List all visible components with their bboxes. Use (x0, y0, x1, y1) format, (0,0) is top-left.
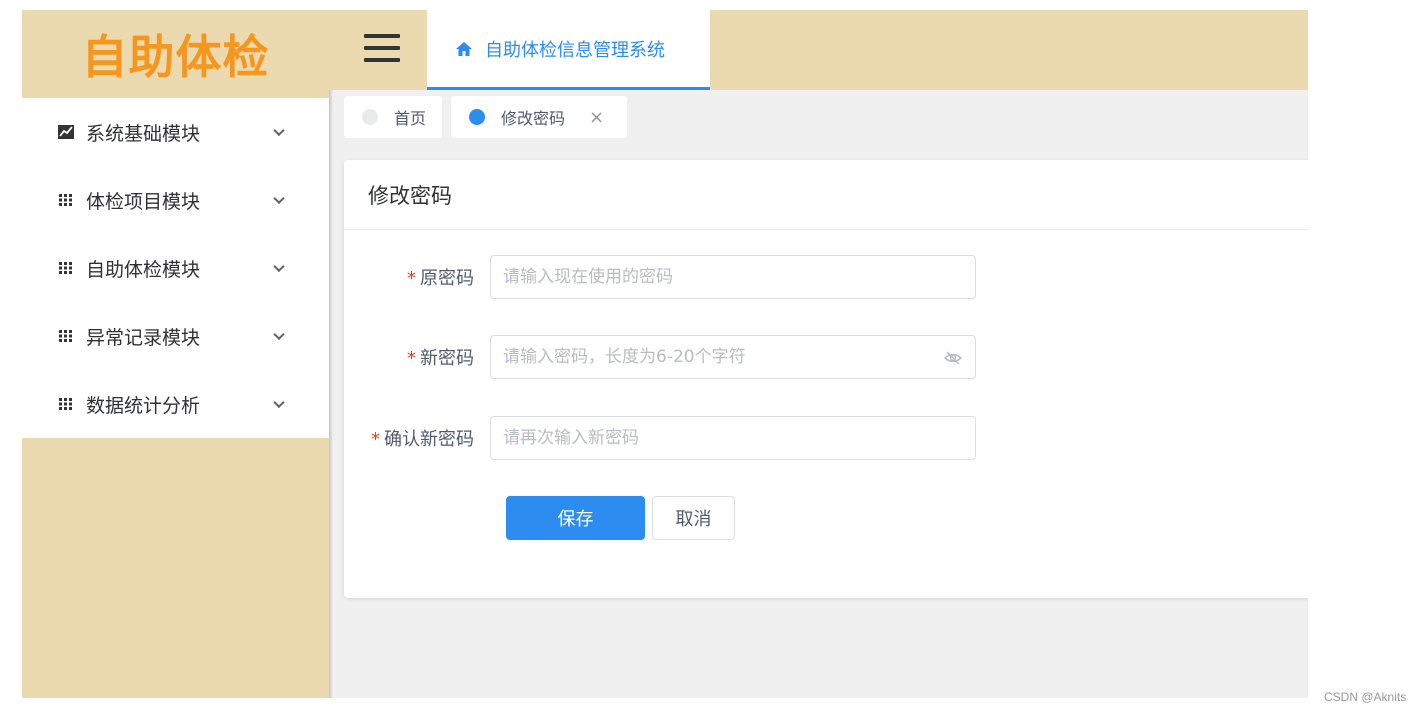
confirm-password-input[interactable] (503, 417, 975, 459)
sidebar-item-label: 自助体检模块 (86, 258, 201, 281)
new-password-input-wrapper (490, 335, 976, 379)
sidebar-item-abnormal-record[interactable]: 异常记录模块 (22, 302, 329, 370)
chevron-down-icon (273, 192, 285, 205)
chevron-down-icon (273, 396, 285, 409)
app-window: 自助体检 系统基础模块 体检项目模块 自助体检模块 异常记录模块 数据统计分析 … (22, 10, 1308, 698)
card-title: 修改密码 (344, 160, 1308, 230)
tag-home[interactable]: 首页 (344, 96, 442, 138)
close-icon[interactable]: × (589, 107, 604, 128)
sidebar: 自助体检 系统基础模块 体检项目模块 自助体检模块 异常记录模块 数据统计分析 (22, 10, 329, 698)
hamburger-icon[interactable] (364, 34, 400, 62)
chart-icon (58, 125, 74, 139)
tag-change-password[interactable]: 修改密码 × (451, 96, 627, 138)
logo-text: 自助体检 (81, 30, 270, 84)
watermark: CSDN @Aknits (1324, 690, 1407, 704)
tag-label: 修改密码 (501, 109, 566, 128)
home-icon (455, 40, 473, 58)
chevron-down-icon (273, 124, 285, 137)
grid-icon (58, 193, 74, 207)
eye-off-icon[interactable] (943, 348, 963, 368)
chevron-down-icon (273, 328, 285, 341)
form-row-confirm-password: * 确认新密码 (344, 416, 976, 460)
tag-dot-icon (469, 109, 485, 125)
old-password-input-wrapper (490, 255, 976, 299)
confirm-password-label: * 确认新密码 (344, 425, 490, 451)
new-password-input[interactable] (503, 336, 975, 378)
sidebar-item-statistics[interactable]: 数据统计分析 (22, 370, 329, 438)
change-password-card: 修改密码 * 原密码 * 新密码 * 确认新密码 保存 取消 (344, 160, 1308, 598)
logo: 自助体检 (22, 10, 329, 98)
tags-bar: 首页 修改密码 × (333, 90, 1308, 148)
form-row-old-password: * 原密码 (344, 255, 976, 299)
new-password-label: * 新密码 (344, 344, 490, 370)
top-header: 自助体检信息管理系统 (329, 10, 1308, 90)
grid-icon (58, 261, 74, 275)
confirm-password-input-wrapper (490, 416, 976, 460)
save-button[interactable]: 保存 (506, 496, 645, 540)
grid-icon (58, 397, 74, 411)
sidebar-item-label: 数据统计分析 (86, 394, 201, 417)
tag-label: 首页 (394, 109, 427, 128)
grid-icon (58, 329, 74, 343)
form-row-new-password: * 新密码 (344, 335, 976, 379)
cancel-button[interactable]: 取消 (652, 496, 735, 540)
chevron-down-icon (273, 260, 285, 273)
required-mark: * (407, 348, 416, 369)
required-mark: * (407, 268, 416, 289)
sidebar-item-label: 系统基础模块 (86, 122, 201, 145)
field-label-text: 新密码 (420, 348, 474, 369)
sidebar-menu: 系统基础模块 体检项目模块 自助体检模块 异常记录模块 数据统计分析 (22, 98, 329, 438)
old-password-label: * 原密码 (344, 264, 490, 290)
sidebar-item-system-basic[interactable]: 系统基础模块 (22, 98, 329, 166)
field-label-text: 确认新密码 (384, 429, 474, 450)
sidebar-item-label: 异常记录模块 (86, 326, 201, 349)
old-password-input[interactable] (503, 256, 975, 298)
sidebar-item-exam-project[interactable]: 体检项目模块 (22, 166, 329, 234)
required-mark: * (371, 429, 380, 450)
header-tab-label: 自助体检信息管理系统 (485, 39, 665, 61)
field-label-text: 原密码 (420, 268, 474, 289)
sidebar-item-label: 体检项目模块 (86, 190, 201, 213)
header-tab-home[interactable]: 自助体检信息管理系统 (427, 10, 710, 90)
tag-dot-icon (362, 109, 378, 125)
sidebar-item-self-exam[interactable]: 自助体检模块 (22, 234, 329, 302)
